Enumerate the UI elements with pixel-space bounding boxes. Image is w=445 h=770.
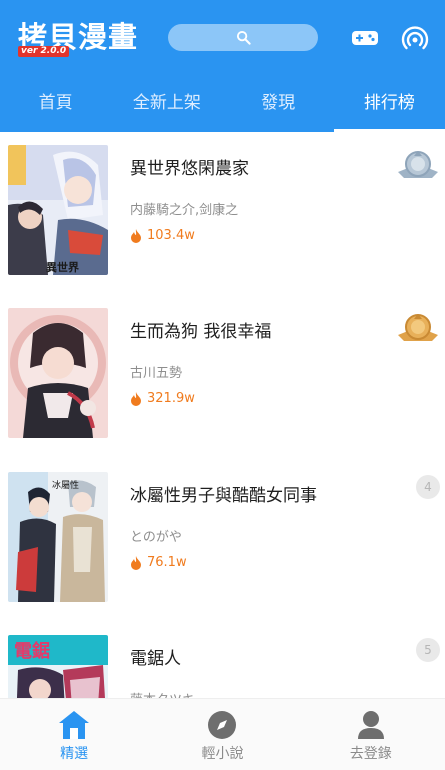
signal-icon: [401, 26, 429, 50]
rank-badge-silver: [396, 146, 440, 186]
compass-icon: [206, 709, 238, 741]
comic-author: 古川五勢: [130, 366, 183, 381]
user-icon: [355, 709, 387, 741]
list-item[interactable]: 異世界 異世界悠閑農家 内藤騎之介,剑康之 103.4w: [0, 132, 445, 292]
svg-text:冰屬性: 冰屬性: [52, 479, 79, 491]
broadcast-button[interactable]: [400, 24, 430, 52]
comic-title[interactable]: 異世界悠閑農家: [130, 154, 249, 179]
heat-value: 321.9w: [147, 391, 195, 406]
home-icon: [58, 709, 90, 741]
nav-light-novel[interactable]: 輕小說: [148, 699, 296, 770]
list-item[interactable]: 電鋸 電鋸人 藤本タツキ 5: [0, 622, 445, 698]
comic-author: とのがや: [130, 530, 182, 545]
list-item[interactable]: 冰屬性 冰屬性男子與酷酷女同事 とのがや 76.1w 4: [0, 459, 445, 619]
bottom-nav: 精選 輕小說 去登錄: [0, 698, 445, 770]
heat-value: 103.4w: [147, 228, 195, 243]
nav-login-label: 去登錄: [349, 746, 392, 762]
comic-title[interactable]: 生而為狗 我很幸福: [130, 317, 271, 342]
comic-author: 藤本タツキ: [130, 689, 195, 698]
rank-number-badge: 5: [416, 638, 440, 662]
search-bar[interactable]: [168, 24, 318, 51]
bronze-medal-icon: [398, 314, 438, 341]
heat-count: 321.9w: [130, 391, 195, 406]
app-header: 拷貝漫畫 ver 2.0.0 首頁 全新上架 發現 排行榜: [0, 0, 445, 132]
top-tabs: 首頁 全新上架 發現 排行榜: [0, 78, 445, 132]
flame-icon: [131, 555, 141, 570]
tab-home[interactable]: 首頁: [0, 78, 111, 132]
nav-light-novel-label: 輕小說: [201, 746, 244, 762]
heat-count: 76.1w: [130, 555, 187, 570]
comic-cover[interactable]: [8, 308, 108, 438]
tab-new-releases[interactable]: 全新上架: [111, 78, 222, 132]
app-logo[interactable]: 拷貝漫畫 ver 2.0.0: [18, 18, 138, 58]
nav-featured-label: 精選: [60, 746, 89, 762]
list-item[interactable]: 生而為狗 我很幸福 古川五勢 321.9w: [0, 295, 445, 455]
silver-medal-icon: [398, 151, 438, 178]
svg-text:異世界: 異世界: [46, 260, 79, 274]
gamepad-icon: [352, 31, 378, 45]
comic-author: 内藤騎之介,剑康之: [130, 203, 239, 218]
rank-number-badge: 4: [416, 475, 440, 499]
version-badge: ver 2.0.0: [18, 46, 70, 57]
nav-login[interactable]: 去登錄: [297, 699, 445, 770]
game-button[interactable]: [350, 24, 380, 52]
rank-badge-bronze: [396, 309, 440, 349]
nav-featured[interactable]: 精選: [0, 699, 148, 770]
heat-count: 103.4w: [130, 228, 195, 243]
comic-cover[interactable]: 異世界: [8, 145, 108, 275]
tab-ranking[interactable]: 排行榜: [333, 78, 445, 132]
flame-icon: [131, 228, 141, 243]
comic-title[interactable]: 冰屬性男子與酷酷女同事: [130, 481, 317, 506]
heat-value: 76.1w: [147, 555, 187, 570]
flame-icon: [131, 391, 141, 406]
ranking-list[interactable]: 異世界 異世界悠閑農家 内藤騎之介,剑康之 103.4w 生而為狗 我很幸福 古…: [0, 132, 445, 698]
tab-discover[interactable]: 發現: [223, 78, 334, 132]
comic-title[interactable]: 電鋸人: [130, 644, 181, 669]
comic-cover[interactable]: 冰屬性: [8, 472, 108, 602]
search-icon: [236, 30, 251, 45]
svg-text:電鋸: 電鋸: [14, 640, 50, 662]
comic-cover[interactable]: 電鋸: [8, 635, 108, 698]
